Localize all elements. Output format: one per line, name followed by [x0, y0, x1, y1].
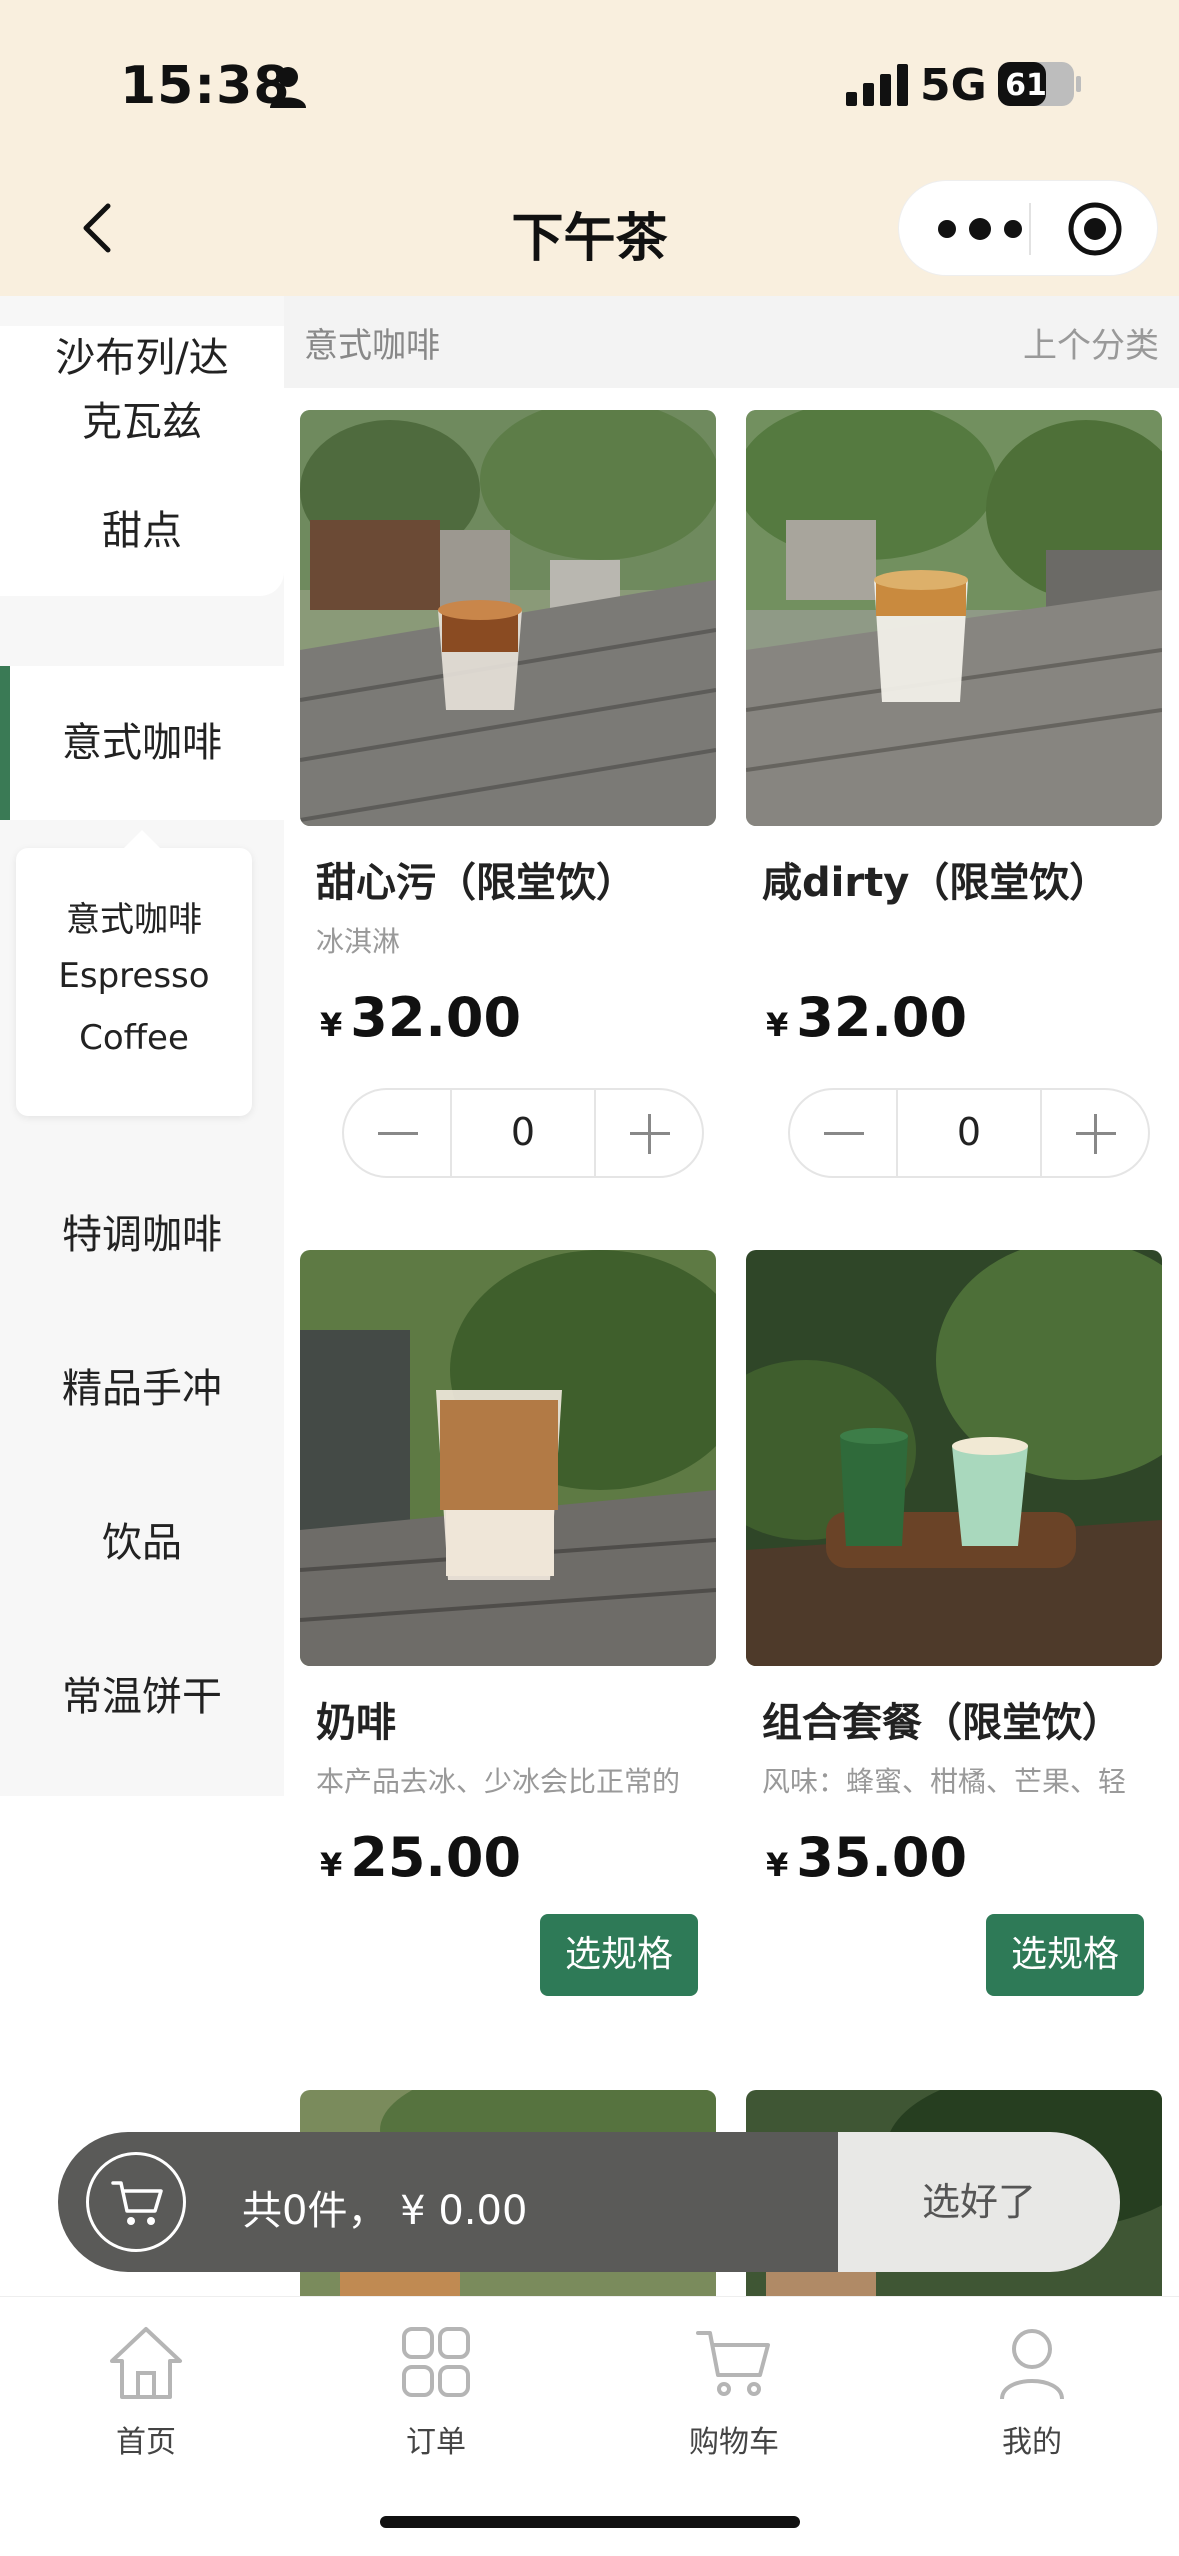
sidebar-item-espresso[interactable]: 意式咖啡	[0, 666, 284, 820]
sidebar-item-label: 沙布列/达	[55, 335, 229, 381]
cart-bar: 共0件， ¥ 0.00 选好了	[58, 2132, 1120, 2272]
signal-icon	[846, 64, 908, 106]
product-name: 组合套餐（限堂饮）	[762, 1700, 1122, 1746]
price-value: 25.00	[350, 1826, 522, 1889]
sidebar-item-special-coffee[interactable]: 特调咖啡	[0, 1170, 284, 1300]
sidebar-item-dessert[interactable]: 甜点	[0, 466, 284, 596]
product-image	[300, 410, 716, 826]
product-image	[300, 1250, 716, 1666]
decrease-button[interactable]	[790, 1090, 898, 1176]
quantity-stepper: 0	[342, 1088, 704, 1178]
person-icon	[270, 67, 306, 108]
battery-level: 61	[1005, 68, 1047, 103]
product-desc: 本产品去冰、少冰会比正常的	[316, 1765, 681, 1798]
price-value: 32.00	[796, 986, 968, 1049]
product-image	[746, 1250, 1162, 1666]
home-indicator	[380, 2516, 800, 2528]
tab-cart[interactable]: 购物车	[634, 2323, 834, 2461]
tab-profile[interactable]: 我的	[932, 2323, 1132, 2461]
sidebar-item-drinks[interactable]: 饮品	[0, 1478, 284, 1608]
target-circle-icon[interactable]	[1067, 201, 1123, 257]
select-spec-button[interactable]: 选规格	[540, 1914, 698, 1996]
product-name: 咸dirty（限堂饮）	[762, 860, 1110, 906]
mini-program-capsule	[898, 180, 1158, 276]
section-header: 意式咖啡 上个分类	[284, 296, 1179, 388]
more-dots-icon[interactable]	[935, 207, 1025, 251]
tab-home[interactable]: 首页	[46, 2323, 246, 2461]
sidebar-item-label: 饮品	[102, 1520, 182, 1566]
sidebar-item-pour-over[interactable]: 精品手冲	[0, 1324, 284, 1454]
sidebar-item-label: 意式咖啡	[62, 720, 222, 766]
tab-label: 我的	[1002, 2425, 1062, 2460]
select-spec-button[interactable]: 选规格	[986, 1914, 1144, 1996]
price-value: 32.00	[350, 986, 522, 1049]
product-list: 意式咖啡 上个分类 甜心污（限堂饮） 冰淇淋 ¥32.00 0 咸dirty（限…	[284, 296, 1179, 2310]
top-header: 15:38 5G 61 下午茶	[0, 0, 1179, 296]
tab-label: 购物车	[689, 2425, 779, 2460]
quantity-value[interactable]: 0	[898, 1110, 1040, 1154]
product-name: 甜心污（限堂饮）	[316, 860, 636, 906]
network-type: 5G	[920, 60, 987, 111]
product-price: ¥32.00	[766, 986, 967, 1049]
product-name: 奶啡	[316, 1700, 396, 1746]
checkout-button[interactable]: 选好了	[838, 2132, 1120, 2272]
cart-summary: 共0件， ¥ 0.00	[242, 2188, 528, 2234]
grid-icon	[402, 2327, 470, 2397]
subcategory-popover[interactable]: 意式咖啡 Espresso Coffee	[16, 830, 252, 1116]
currency-symbol: ¥	[766, 1846, 789, 1884]
cart-icon	[696, 2331, 770, 2396]
prev-category-link[interactable]: 上个分类	[1023, 318, 1159, 367]
cart-icon	[111, 2181, 163, 2225]
home-icon	[110, 2327, 182, 2399]
sidebar-item-cookies[interactable]: 常温饼干	[0, 1632, 284, 1762]
product-desc: 冰淇淋	[316, 925, 401, 958]
product-image	[746, 410, 1162, 826]
active-category-indicator	[0, 666, 10, 820]
currency-symbol: ¥	[766, 1006, 789, 1044]
decrease-button[interactable]	[344, 1090, 452, 1176]
increase-button[interactable]	[1040, 1090, 1148, 1176]
quantity-value[interactable]: 0	[452, 1110, 594, 1154]
currency-symbol: ¥	[320, 1006, 343, 1044]
quantity-stepper: 0	[788, 1088, 1150, 1178]
sidebar-item-sable[interactable]: 沙布列/达 克瓦兹	[0, 326, 284, 466]
user-icon	[1000, 2329, 1064, 2400]
cart-button[interactable]	[86, 2152, 186, 2252]
sidebar-item-label: 克瓦兹	[82, 399, 202, 445]
increase-button[interactable]	[594, 1090, 702, 1176]
section-title: 意式咖啡	[304, 326, 440, 366]
tab-orders[interactable]: 订单	[336, 2323, 536, 2461]
product-price: ¥32.00	[320, 986, 521, 1049]
subcategory-label: Espresso	[58, 956, 210, 996]
battery-icon: 61	[998, 62, 1081, 106]
sidebar-item-label: 甜点	[102, 508, 182, 554]
product-price: ¥35.00	[766, 1826, 967, 1889]
subcategory-label: 意式咖啡	[66, 900, 202, 940]
tab-label: 首页	[116, 2425, 176, 2460]
sidebar-item-label: 常温饼干	[62, 1674, 222, 1720]
status-time: 15:38	[120, 56, 291, 116]
capsule-divider	[1029, 203, 1031, 255]
tab-label: 订单	[406, 2425, 466, 2460]
product-desc: 风味：蜂蜜、柑橘、芒果、轻	[762, 1765, 1127, 1798]
price-value: 35.00	[796, 1826, 968, 1889]
product-price: ¥25.00	[320, 1826, 521, 1889]
sidebar-item-label: 精品手冲	[62, 1366, 222, 1412]
sidebar-item-label: 特调咖啡	[62, 1212, 222, 1258]
currency-symbol: ¥	[320, 1846, 343, 1884]
subcategory-label: Coffee	[79, 1018, 189, 1058]
